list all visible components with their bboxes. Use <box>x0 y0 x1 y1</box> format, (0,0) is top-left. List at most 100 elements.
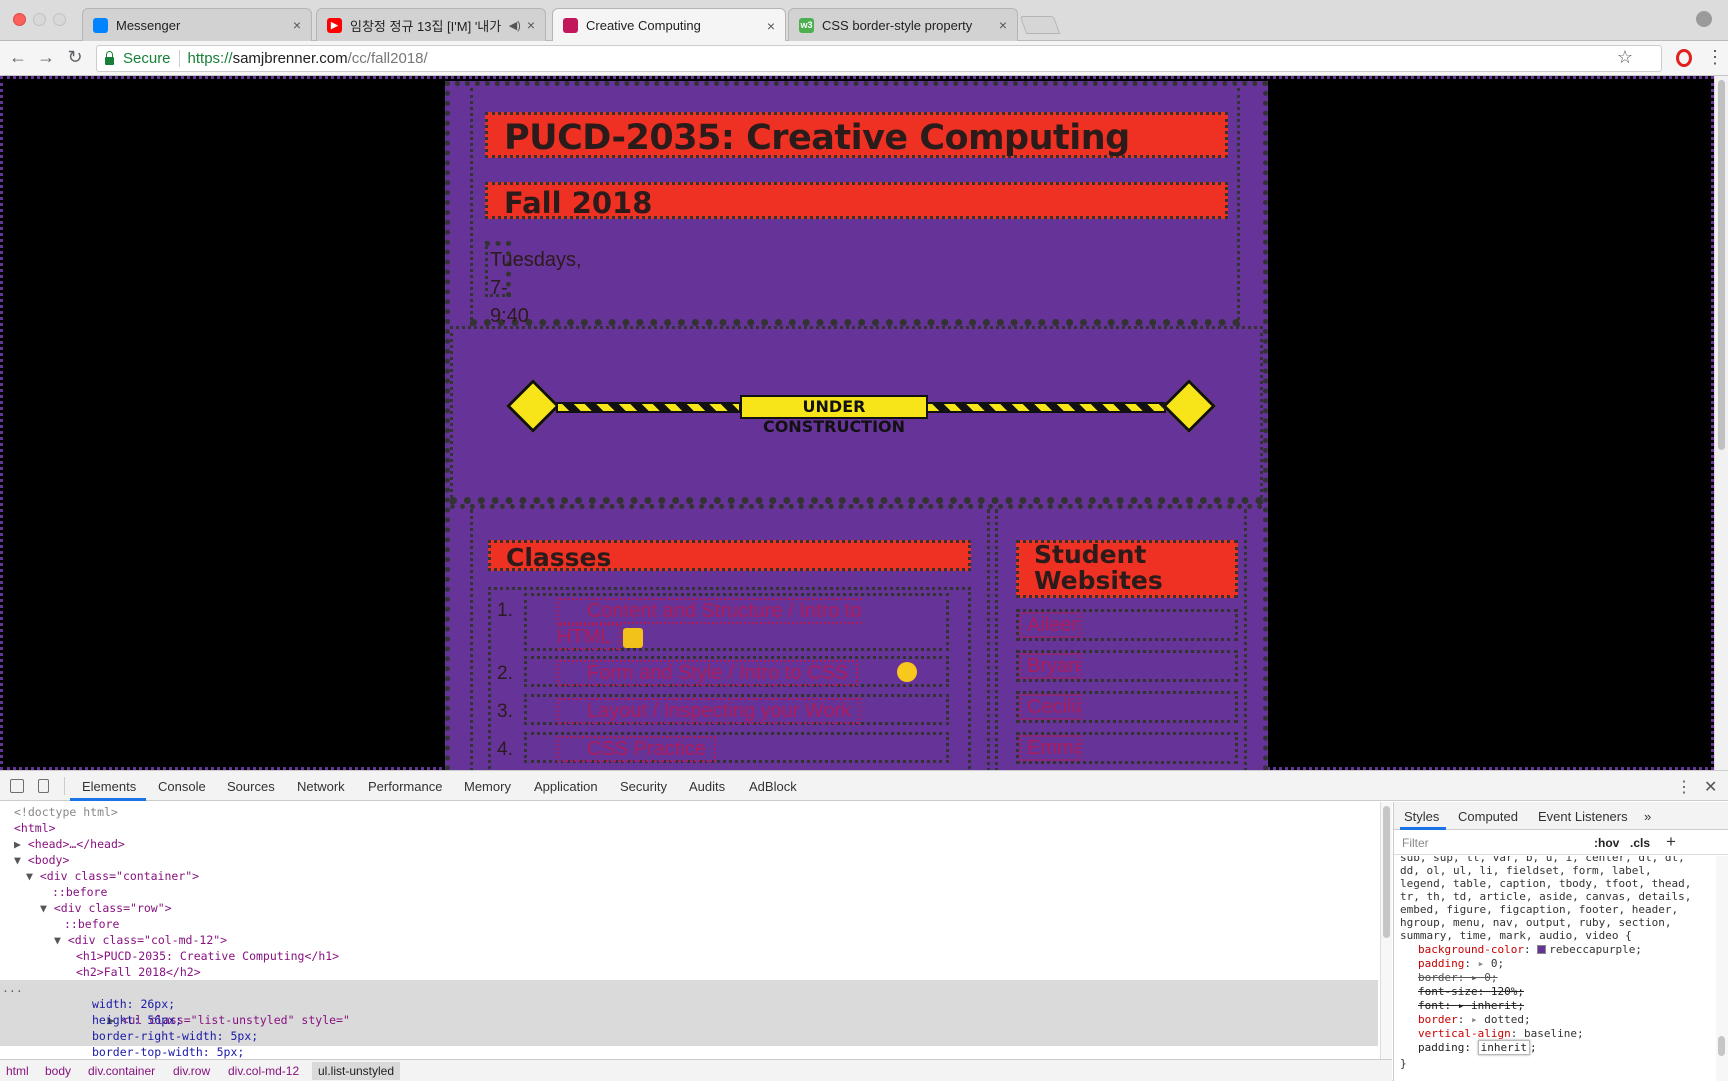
css-declaration[interactable]: padding: ▸ 0; <box>1418 957 1504 970</box>
css-value[interactable]: 0; <box>1491 957 1504 970</box>
color-swatch-icon[interactable] <box>1537 945 1547 954</box>
css-declaration[interactable]: background-color: rebeccapurple; <box>1418 943 1642 956</box>
close-tab-icon[interactable]: × <box>999 17 1007 33</box>
breadcrumb-item[interactable]: div.container <box>88 1064 155 1078</box>
student-link[interactable]: Cecilia <box>1019 694 1081 720</box>
opera-extension-icon[interactable] <box>1676 49 1692 67</box>
class-link[interactable]: Content and Structure / Intro to HTML <box>557 598 862 650</box>
hover-state-toggle[interactable]: :hov <box>1594 836 1619 850</box>
scrollbar-thumb[interactable] <box>1383 806 1390 938</box>
more-tabs-icon[interactable]: » <box>1644 809 1651 824</box>
css-declaration[interactable]: font: ▸ inherit; <box>1418 999 1524 1012</box>
dom-tree-scrollbar[interactable] <box>1380 802 1392 1065</box>
dom-node[interactable]: ▼ <div class="row"> <box>0 900 1378 916</box>
css-value[interactable]: 0; <box>1484 971 1497 984</box>
minimize-window-button[interactable] <box>33 13 46 26</box>
dom-node[interactable]: ▶ <head>…</head> <box>0 836 1378 852</box>
css-property[interactable]: background-color <box>1418 943 1524 956</box>
css-value[interactable]: rebeccapurple; <box>1549 943 1642 956</box>
css-value[interactable]: baseline; <box>1524 1027 1584 1040</box>
add-rule-icon[interactable]: + <box>1666 832 1676 852</box>
profile-icon[interactable] <box>1696 11 1712 27</box>
tab-event-listeners[interactable]: Event Listeners <box>1538 809 1628 824</box>
audio-icon[interactable]: ◀) <box>509 19 521 32</box>
css-property[interactable]: vertical-align <box>1418 1027 1511 1040</box>
css-rules[interactable]: sub, sup, tt, var, b, u, i, center, dl, … <box>1394 856 1714 1081</box>
breadcrumb-item[interactable]: div.col-md-12 <box>228 1064 299 1078</box>
expand-arrow-icon[interactable]: ▸ <box>1471 971 1478 984</box>
breadcrumb-item-selected[interactable]: ul.list-unstyled <box>312 1062 401 1080</box>
expand-arrow-icon[interactable]: ▸ <box>1478 957 1485 970</box>
back-button[interactable]: ← <box>7 47 29 68</box>
css-property[interactable]: padding <box>1418 1041 1464 1054</box>
tab-css-border-style[interactable]: w3 CSS border-style property × <box>788 8 1018 41</box>
forward-button[interactable]: → <box>35 47 57 68</box>
student-link[interactable]: Emma <box>1019 735 1081 761</box>
inspect-element-icon[interactable] <box>10 779 24 793</box>
css-property[interactable]: border <box>1418 1013 1458 1026</box>
tab-security[interactable]: Security <box>620 779 667 794</box>
scrollbar-thumb[interactable] <box>1718 1036 1725 1056</box>
close-tab-icon[interactable]: × <box>527 17 535 33</box>
expand-arrow-icon[interactable]: ▸ <box>1458 999 1465 1012</box>
dom-node[interactable]: ::before <box>0 884 1378 900</box>
reload-button[interactable]: ↻ <box>64 47 86 68</box>
devtools-menu-icon[interactable]: ⋮ <box>1676 777 1692 797</box>
browser-menu-icon[interactable]: ⋮ <box>1706 47 1724 68</box>
close-tab-icon[interactable]: × <box>767 18 775 34</box>
class-link[interactable]: CSS Practice <box>557 736 716 762</box>
dom-node[interactable]: <!doctype html> <box>0 804 1378 820</box>
device-toolbar-icon[interactable] <box>38 779 49 793</box>
tab-elements[interactable]: Elements <box>82 779 136 794</box>
css-declaration[interactable]: border: ▸ dotted; <box>1418 1013 1531 1026</box>
dom-tree[interactable]: <!doctype html> <html> ▶ <head>…</head> … <box>0 802 1378 1065</box>
tab-memory[interactable]: Memory <box>464 779 511 794</box>
tab-messenger[interactable]: Messenger × <box>82 8 312 41</box>
close-devtools-icon[interactable]: ✕ <box>1704 777 1717 797</box>
tab-network[interactable]: Network <box>297 779 345 794</box>
close-tab-icon[interactable]: × <box>293 17 301 33</box>
css-value[interactable]: dotted; <box>1484 1013 1530 1026</box>
breadcrumb-item[interactable]: body <box>45 1064 71 1078</box>
tab-performance[interactable]: Performance <box>368 779 442 794</box>
css-value-editor[interactable]: inherit <box>1477 1040 1530 1055</box>
dom-node[interactable]: ▼ <div class="col-md-12"> <box>0 932 1378 948</box>
css-property[interactable]: padding <box>1418 957 1464 970</box>
dom-node[interactable]: ▼ <div class="container"> <box>0 868 1378 884</box>
tab-youtube[interactable]: ▶ 임창정 정규 13집 [I'M] '내가 저지른 사랑' ◀) × <box>316 8 546 41</box>
class-link[interactable]: Form and Style / Intro to CSS <box>557 660 859 686</box>
class-link[interactable]: Layout / Inspecting your Work <box>557 698 862 724</box>
css-property[interactable]: border <box>1418 971 1458 984</box>
student-link[interactable]: Aileen <box>1019 612 1081 638</box>
dom-node[interactable]: ::before <box>0 916 1378 932</box>
tab-console[interactable]: Console <box>158 779 206 794</box>
node-actions-icon[interactable]: ... <box>2 980 23 996</box>
student-link[interactable]: Bryan <box>1019 653 1081 679</box>
tab-sources[interactable]: Sources <box>227 779 275 794</box>
new-tab-button[interactable] <box>1019 16 1061 34</box>
breadcrumb-item[interactable]: div.row <box>173 1064 210 1078</box>
css-declaration[interactable]: padding: inherit; <box>1418 1040 1537 1055</box>
breadcrumb-item[interactable]: html <box>6 1064 29 1078</box>
dom-node[interactable]: <html> <box>0 820 1378 836</box>
scrollbar-thumb[interactable] <box>1718 80 1725 450</box>
tab-computed[interactable]: Computed <box>1458 809 1518 824</box>
css-property[interactable]: font <box>1418 999 1445 1012</box>
class-toggle[interactable]: .cls <box>1630 836 1650 850</box>
css-value[interactable]: 120%; <box>1491 985 1524 998</box>
styles-scrollbar[interactable] <box>1716 856 1728 1081</box>
dom-node[interactable]: ▼ <body> <box>0 852 1378 868</box>
tab-application[interactable]: Application <box>534 779 598 794</box>
css-property[interactable]: font-size <box>1418 985 1478 998</box>
css-declaration[interactable]: border: ▸ 0; <box>1418 971 1498 984</box>
bookmark-star-icon[interactable]: ☆ <box>1617 47 1633 68</box>
page-scrollbar[interactable] <box>1714 76 1728 770</box>
styles-filter-input[interactable]: Filter <box>1402 836 1429 850</box>
close-window-button[interactable] <box>13 13 26 26</box>
css-declaration[interactable]: vertical-align: baseline; <box>1418 1027 1584 1040</box>
css-value[interactable]: inherit; <box>1471 999 1524 1012</box>
tab-styles[interactable]: Styles <box>1404 809 1439 824</box>
dom-node[interactable]: <h2>Fall 2018</h2> <box>0 964 1378 980</box>
tab-creative-computing[interactable]: Creative Computing × <box>552 8 786 42</box>
zoom-window-button[interactable] <box>53 13 66 26</box>
